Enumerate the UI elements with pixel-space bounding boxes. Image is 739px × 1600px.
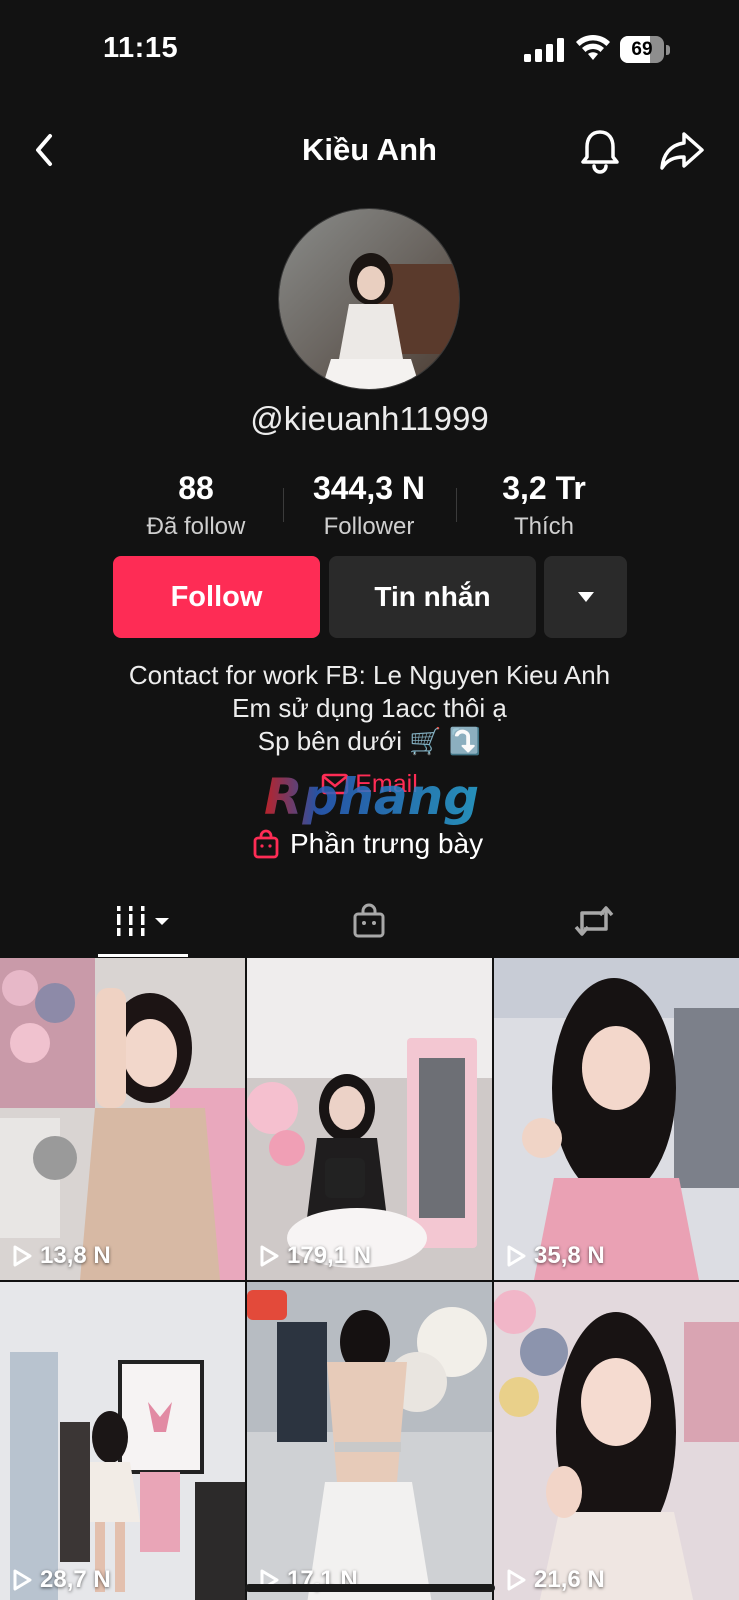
battery-icon: 69 bbox=[620, 36, 670, 63]
play-icon bbox=[507, 1569, 526, 1591]
video-views: 13,8 N bbox=[12, 1242, 111, 1270]
video-views: 28,7 N bbox=[12, 1566, 111, 1594]
username: @kieuanh11999 bbox=[250, 400, 489, 437]
stat-followers[interactable]: 344,3 N Follower bbox=[295, 470, 443, 541]
shop-bag-icon bbox=[353, 903, 385, 938]
status-bar: 11:15 69 bbox=[0, 0, 739, 100]
bio-line: Sp bên dưới 🛒 ⤵️ bbox=[257, 726, 482, 756]
video-tile[interactable]: 28,7 N bbox=[0, 1282, 245, 1600]
share-icon[interactable] bbox=[658, 128, 706, 172]
showcase-label: Phần trưng bày bbox=[290, 828, 484, 859]
video-views: 179,1 N bbox=[259, 1242, 371, 1270]
tab-reposts[interactable] bbox=[553, 885, 635, 957]
svg-text:Rphang: Rphang bbox=[264, 768, 479, 826]
bell-icon[interactable] bbox=[578, 126, 622, 174]
play-icon bbox=[13, 1569, 32, 1591]
stat-likes[interactable]: 3,2 Tr Thích bbox=[478, 470, 610, 541]
page-title: Kiều Anh bbox=[302, 132, 437, 167]
status-time: 11:15 bbox=[103, 32, 179, 64]
showcase-link[interactable]: Phần trưng bày bbox=[252, 826, 483, 862]
home-indicator[interactable] bbox=[245, 1584, 495, 1592]
tab-videos[interactable] bbox=[98, 885, 188, 957]
stat-divider bbox=[456, 488, 457, 522]
active-tab-indicator bbox=[98, 954, 188, 957]
repost-icon bbox=[574, 906, 614, 936]
stat-following-value: 88 bbox=[178, 470, 214, 506]
grid-icon bbox=[117, 906, 169, 936]
play-icon bbox=[13, 1245, 32, 1267]
video-tile[interactable]: 21,6 N bbox=[494, 1282, 739, 1600]
tab-shop[interactable] bbox=[328, 885, 410, 957]
video-tile[interactable]: 179,1 N bbox=[247, 958, 492, 1280]
message-button[interactable]: Tin nhắn bbox=[329, 556, 536, 638]
stat-followers-label: Follower bbox=[323, 513, 415, 540]
stat-divider bbox=[283, 488, 284, 522]
wifi-icon bbox=[576, 34, 610, 60]
bio-line: Em sử dụng 1acc thôi ạ bbox=[232, 693, 507, 723]
stat-likes-label: Thích bbox=[513, 513, 575, 540]
stat-followers-value: 344,3 N bbox=[312, 470, 426, 506]
video-tile[interactable]: 35,8 N bbox=[494, 958, 739, 1280]
suggested-accounts-button[interactable] bbox=[544, 556, 627, 638]
follow-button[interactable]: Follow bbox=[113, 556, 320, 638]
bio-line: Contact for work FB: Le Nguyen Kieu Anh bbox=[128, 660, 611, 690]
watermark-logo: Rphang bbox=[264, 768, 479, 826]
stat-likes-value: 3,2 Tr bbox=[502, 470, 586, 506]
play-icon bbox=[260, 1245, 279, 1267]
video-views: 35,8 N bbox=[506, 1242, 605, 1270]
caret-down-icon bbox=[577, 592, 594, 602]
signal-icon bbox=[524, 38, 564, 62]
video-tile[interactable]: 13,8 N bbox=[0, 958, 245, 1280]
avatar[interactable] bbox=[278, 208, 460, 390]
play-icon bbox=[507, 1245, 526, 1267]
shopping-bag-icon bbox=[253, 829, 279, 859]
video-tile[interactable]: 17,1 N bbox=[247, 1282, 492, 1600]
battery-percent: 69 bbox=[631, 39, 653, 60]
video-grid: 13,8 N 179,1 N 35,8 N 28,7 N 17,1 N 21,6… bbox=[0, 958, 739, 1600]
stat-following-label: Đã follow bbox=[146, 513, 246, 540]
profile-header: Kiều Anh bbox=[0, 110, 739, 190]
video-views: 21,6 N bbox=[506, 1566, 605, 1594]
profile-tabs bbox=[0, 885, 739, 957]
stat-following[interactable]: 88 Đã follow bbox=[130, 470, 262, 541]
